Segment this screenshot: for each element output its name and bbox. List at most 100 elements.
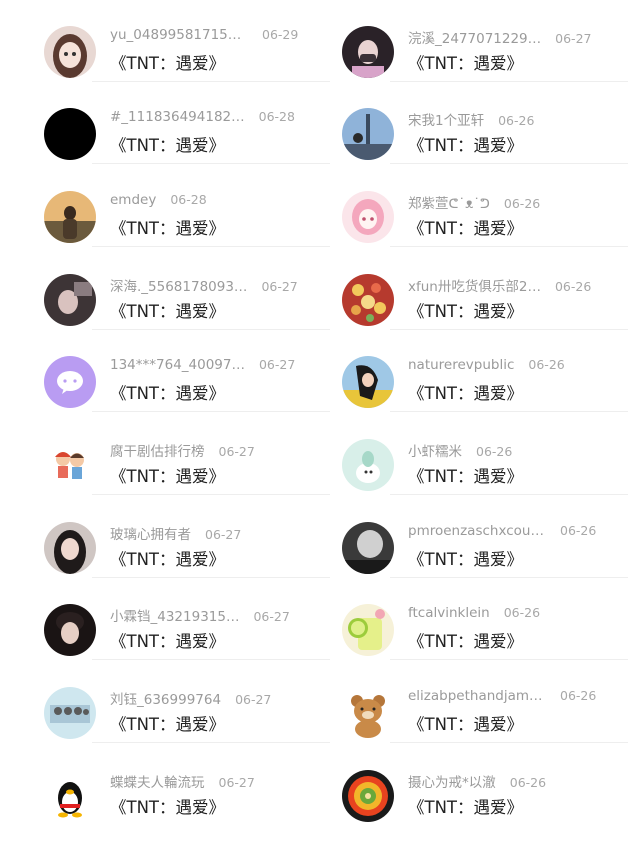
username: 摄心为戒*以澈 bbox=[408, 775, 496, 791]
list-item[interactable]: naturerevpublic 06-26 《TNT：遇爱》 bbox=[338, 330, 628, 412]
list-item[interactable]: 玻璃心拥有者 06-27 《TNT：遇爱》 bbox=[40, 496, 330, 578]
teddy-bear-avatar-icon bbox=[342, 687, 394, 739]
avatar[interactable] bbox=[44, 770, 96, 822]
avatar[interactable] bbox=[342, 191, 394, 243]
list-item[interactable]: #_111836494182… 06-28 《TNT：遇爱》 bbox=[40, 82, 330, 164]
purple-chat-avatar-icon bbox=[44, 356, 96, 408]
girl-portrait-avatar-icon bbox=[44, 522, 96, 574]
post-title: 《TNT：遇爱》 bbox=[408, 632, 524, 651]
post-title: 《TNT：遇爱》 bbox=[110, 136, 226, 155]
post-title: 《TNT：遇爱》 bbox=[408, 302, 524, 321]
avatar[interactable] bbox=[44, 356, 96, 408]
divider bbox=[390, 742, 628, 743]
post-date: 06-27 bbox=[235, 692, 272, 707]
post-title: 《TNT：遇爱》 bbox=[110, 632, 226, 651]
avatar[interactable] bbox=[342, 687, 394, 739]
list-item[interactable]: elizabpethandjamh… 06-26 《TNT：遇爱》 bbox=[338, 661, 628, 743]
username: 郑紫萱ᕦ˙ᴥ˙ᕤ bbox=[408, 196, 490, 212]
post-title: 《TNT：遇爱》 bbox=[110, 715, 226, 734]
avatar[interactable] bbox=[44, 274, 96, 326]
post-title: 《TNT：遇爱》 bbox=[408, 219, 524, 238]
divider bbox=[390, 494, 628, 495]
post-date: 06-26 bbox=[554, 279, 592, 294]
black-circle-avatar-icon bbox=[44, 108, 96, 160]
username: naturerevpublic bbox=[408, 357, 515, 373]
list-item[interactable]: 宋我1个亚轩 06-26 《TNT：遇爱》 bbox=[338, 82, 628, 164]
post-date: 06-26 bbox=[528, 357, 565, 372]
avatar[interactable] bbox=[342, 108, 394, 160]
avatar[interactable] bbox=[342, 604, 394, 656]
boy-portrait-avatar-icon bbox=[44, 604, 96, 656]
post-date: 06-26 bbox=[509, 775, 547, 790]
post-date: 06-27 bbox=[205, 527, 242, 542]
post-title: 《TNT：遇爱》 bbox=[110, 384, 226, 403]
avatar[interactable] bbox=[44, 108, 96, 160]
list-item[interactable]: 小虾糯米 06-26 《TNT：遇爱》 bbox=[338, 413, 628, 495]
avatar[interactable] bbox=[342, 26, 394, 78]
list-item[interactable]: 摄心为戒*以澈 06-26 《TNT：遇爱》 bbox=[338, 744, 628, 826]
avatar[interactable] bbox=[44, 191, 96, 243]
list-item[interactable]: 刘钰_636999764 06-27 《TNT：遇爱》 bbox=[40, 661, 330, 743]
username: 深海._5568178093… bbox=[110, 279, 248, 295]
list-item[interactable]: 腐干剧估排行榜 06-27 《TNT：遇爱》 bbox=[40, 413, 330, 495]
post-date: 06-27 bbox=[258, 357, 296, 372]
post-date: 06-26 bbox=[503, 605, 541, 620]
list-item[interactable]: pmroenzaschxcoul… 06-26 《TNT：遇爱》 bbox=[338, 496, 628, 578]
post-date: 06-27 bbox=[261, 279, 298, 294]
avatar[interactable] bbox=[342, 356, 394, 408]
username: 宋我1个亚轩 bbox=[408, 113, 485, 129]
list-item[interactable]: 134***764_40097… 06-27 《TNT：遇爱》 bbox=[40, 330, 330, 412]
username: 蝶蝶夫人輪流玩 bbox=[110, 775, 205, 791]
post-date: 06-27 bbox=[218, 775, 255, 790]
masked-girl-avatar-icon bbox=[342, 26, 394, 78]
avatar[interactable] bbox=[44, 687, 96, 739]
post-title: 《TNT：遇爱》 bbox=[408, 54, 524, 73]
post-title: 《TNT：遇爱》 bbox=[110, 550, 226, 569]
illustrated-girl-avatar-icon bbox=[342, 356, 394, 408]
divider bbox=[92, 494, 330, 495]
avatar[interactable] bbox=[44, 522, 96, 574]
avatar[interactable] bbox=[342, 522, 394, 574]
username: 小霖铛_43219315… bbox=[110, 609, 240, 625]
avatar[interactable] bbox=[44, 604, 96, 656]
list-item[interactable]: 郑紫萱ᕦ˙ᴥ˙ᕤ 06-26 《TNT：遇爱》 bbox=[338, 165, 628, 247]
divider bbox=[92, 659, 330, 660]
avatar[interactable] bbox=[44, 439, 96, 491]
list-item[interactable]: ftcalvinklein 06-26 《TNT：遇爱》 bbox=[338, 578, 628, 660]
list-item[interactable]: yu_048995817154… 06-29 《TNT：遇爱》 bbox=[40, 0, 330, 82]
list-item[interactable]: emdey 06-28 《TNT：遇爱》 bbox=[40, 165, 330, 247]
post-date: 06-27 bbox=[218, 444, 255, 459]
qq-penguin-avatar-icon bbox=[44, 770, 96, 822]
list-item[interactable]: 深海._5568178093… 06-27 《TNT：遇爱》 bbox=[40, 248, 330, 330]
username: xfun卅吃货俱乐部2… bbox=[408, 279, 541, 295]
username: elizabpethandjamh… bbox=[408, 688, 546, 704]
sunflower-avatar-icon bbox=[342, 770, 394, 822]
avatar[interactable] bbox=[342, 439, 394, 491]
username: emdey bbox=[110, 192, 157, 208]
divider bbox=[92, 411, 330, 412]
sunset-person-avatar-icon bbox=[44, 191, 96, 243]
post-title: 《TNT：遇爱》 bbox=[408, 467, 524, 486]
post-title: 《TNT：遇爱》 bbox=[110, 219, 226, 238]
avatar[interactable] bbox=[44, 26, 96, 78]
post-date: 06-27 bbox=[555, 31, 592, 46]
username: ftcalvinklein bbox=[408, 605, 490, 621]
post-date: 06-26 bbox=[560, 688, 597, 703]
username: 腐干剧估排行榜 bbox=[110, 444, 205, 460]
group-photo-avatar-icon bbox=[44, 687, 96, 739]
username: 玻璃心拥有者 bbox=[110, 527, 191, 543]
list-item[interactable]: xfun卅吃货俱乐部2… 06-26 《TNT：遇爱》 bbox=[338, 248, 628, 330]
list-item[interactable]: 蝶蝶夫人輪流玩 06-27 《TNT：遇爱》 bbox=[40, 744, 330, 826]
user-list-grid: yu_048995817154… 06-29 《TNT：遇爱》 #_1118364… bbox=[0, 0, 640, 844]
list-item[interactable]: 小霖铛_43219315… 06-27 《TNT：遇爱》 bbox=[40, 578, 330, 660]
post-title: 《TNT：遇爱》 bbox=[110, 467, 226, 486]
post-title: 《TNT：遇爱》 bbox=[408, 798, 524, 817]
username: 134***764_40097… bbox=[110, 357, 245, 373]
post-date: 06-26 bbox=[476, 444, 513, 459]
post-date: 06-26 bbox=[560, 523, 597, 538]
avatar[interactable] bbox=[342, 274, 394, 326]
post-date: 06-29 bbox=[262, 27, 299, 42]
list-item[interactable]: 浣溪_2477071229… 06-27 《TNT：遇爱》 bbox=[338, 0, 628, 82]
avatar[interactable] bbox=[342, 770, 394, 822]
username: pmroenzaschxcoul… bbox=[408, 523, 546, 539]
